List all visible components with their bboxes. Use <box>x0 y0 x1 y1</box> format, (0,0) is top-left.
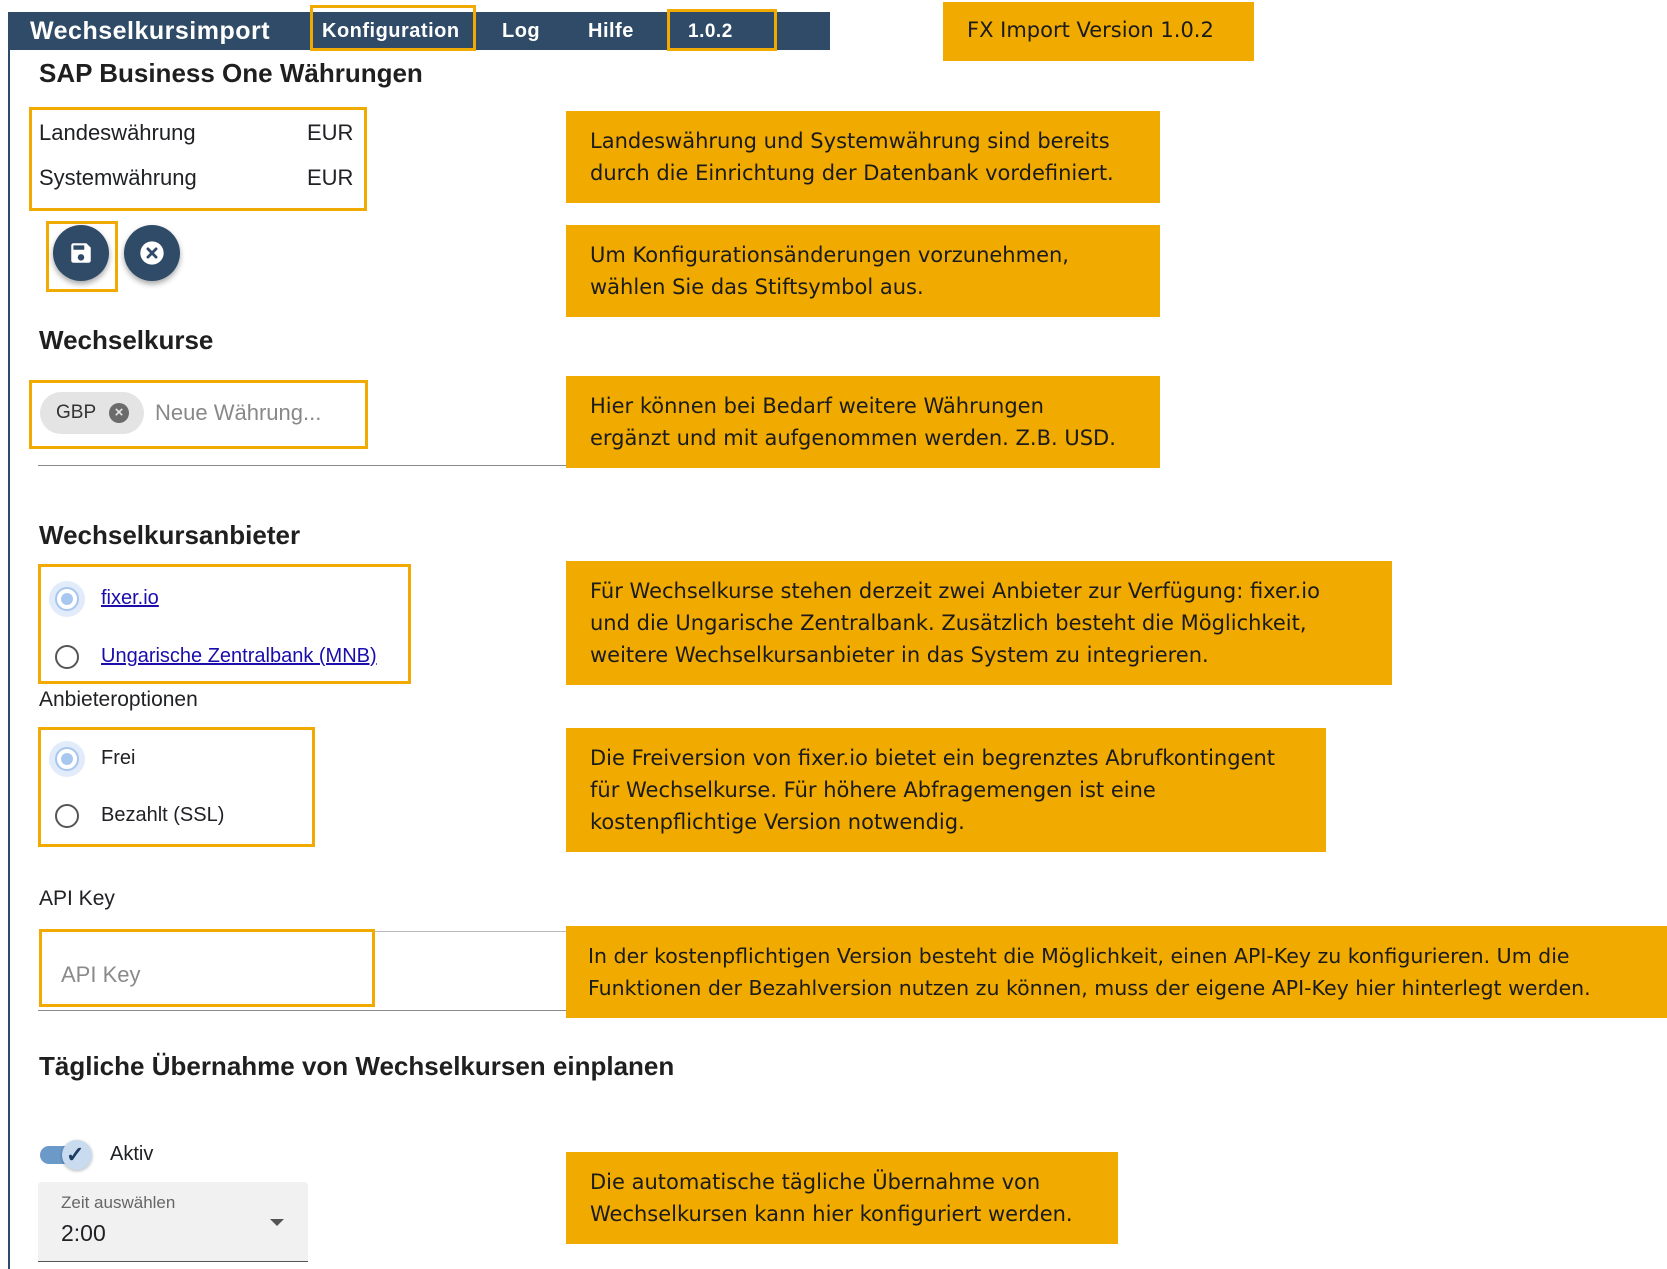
api-key-label: API Key <box>39 887 115 910</box>
callout-currencies: Landeswährung und Systemwährung sind ber… <box>566 111 1160 203</box>
radio-free[interactable] <box>55 747 79 771</box>
nav-hilfe[interactable]: Hilfe <box>588 12 634 50</box>
currency-chip-label: GBP <box>56 402 97 423</box>
save-button[interactable] <box>53 225 109 281</box>
version-callout: FX Import Version 1.0.2 <box>943 2 1254 61</box>
callout-line: Die automatische tägliche Übernahme von <box>590 1170 1041 1194</box>
nav-konfiguration[interactable]: Konfiguration <box>322 12 460 50</box>
input-underline <box>38 1010 566 1011</box>
time-select-label: Zeit auswählen <box>61 1193 176 1212</box>
plan-paid-label: Bezahlt (SSL) <box>101 804 225 826</box>
local-currency-value: EUR <box>307 120 354 145</box>
schedule-heading: Tägliche Übernahme von Wechselkursen ein… <box>39 1051 675 1081</box>
callout-line: Funktionen der Bezahlversion nutzen zu k… <box>588 976 1591 1000</box>
version-note: FX Import Version 1.0.2 <box>967 18 1214 42</box>
nav-log[interactable]: Log <box>502 12 540 50</box>
time-select-value: 2:00 <box>61 1220 106 1246</box>
highlight-frame <box>38 727 315 847</box>
callout-api-key: In der kostenpflichtigen Version besteht… <box>566 926 1667 1018</box>
callout-edit: Um Konfigurationsänderungen vorzunehmen,… <box>566 225 1160 317</box>
provider-fixer-link[interactable]: fixer.io <box>101 587 159 610</box>
system-currency-value: EUR <box>307 165 354 190</box>
callout-line: Die Freiversion von fixer.io bietet ein … <box>590 746 1276 770</box>
version-badge: 1.0.2 <box>688 21 733 42</box>
callout-schedule: Die automatische tägliche Übernahme von … <box>566 1152 1118 1244</box>
provider-mnb-link[interactable]: Ungarische Zentralbank (MNB) <box>101 645 377 668</box>
callout-line: durch die Einrichtung der Datenbank vord… <box>590 161 1114 185</box>
callout-currencies-add: Hier können bei Bedarf weitere Währungen… <box>566 376 1160 468</box>
radio-fixer[interactable] <box>55 587 79 611</box>
callout-line: für Wechselkurse. Für höhere Abfragemeng… <box>590 778 1156 802</box>
check-icon: ✓ <box>66 1142 85 1167</box>
callout-line: Landeswährung und Systemwährung sind ber… <box>590 129 1110 153</box>
app-frame-line <box>8 48 10 1269</box>
input-underline <box>38 465 566 466</box>
cancel-icon <box>140 241 164 265</box>
callout-plans: Die Freiversion von fixer.io bietet ein … <box>566 728 1326 852</box>
toggle-label: Aktiv <box>110 1143 154 1165</box>
callout-line: Um Konfigurationsänderungen vorzunehmen, <box>590 243 1069 267</box>
save-icon <box>71 243 91 263</box>
callout-line: ergänzt und mit aufgenommen werden. Z.B.… <box>590 426 1116 450</box>
callout-line: Für Wechselkurse stehen derzeit zwei Anb… <box>590 579 1320 603</box>
chevron-down-icon[interactable] <box>270 1219 284 1226</box>
callout-line: In der kostenpflichtigen Version besteht… <box>588 944 1570 968</box>
rates-heading: Wechselkurse <box>39 325 214 355</box>
callout-line: wählen Sie das Stiftsymbol aus. <box>590 275 924 299</box>
callout-line: kostenpflichtige Version notwendig. <box>590 810 965 834</box>
plan-free-label: Frei <box>101 747 136 769</box>
radio-paid[interactable] <box>55 804 79 828</box>
currencies-heading: SAP Business One Währungen <box>39 58 423 88</box>
select-underline <box>38 1261 308 1262</box>
provider-heading: Wechselkursanbieter <box>39 520 301 550</box>
chip-remove-icon[interactable]: × <box>109 403 129 423</box>
provider-options-label: Anbieteroptionen <box>39 688 198 711</box>
callout-providers: Für Wechselkurse stehen derzeit zwei Anb… <box>566 561 1392 685</box>
callout-line: Hier können bei Bedarf weitere Währungen <box>590 394 1044 418</box>
input-border-top <box>375 931 566 932</box>
radio-mnb[interactable] <box>55 645 79 669</box>
system-currency-label: Systemwährung <box>39 165 197 190</box>
api-key-input[interactable]: API Key <box>61 962 140 988</box>
local-currency-label: Landeswährung <box>39 120 196 145</box>
callout-line: Wechselkursen kann hier konfiguriert wer… <box>590 1202 1073 1226</box>
new-currency-input[interactable]: Neue Währung... <box>155 400 321 426</box>
callout-line: weitere Wechselkursanbieter in das Syste… <box>590 643 1209 667</box>
callout-line: und die Ungarische Zentralbank. Zusätzli… <box>590 611 1307 635</box>
app-title: Wechselkursimport <box>30 17 271 45</box>
cancel-button[interactable] <box>124 225 180 281</box>
